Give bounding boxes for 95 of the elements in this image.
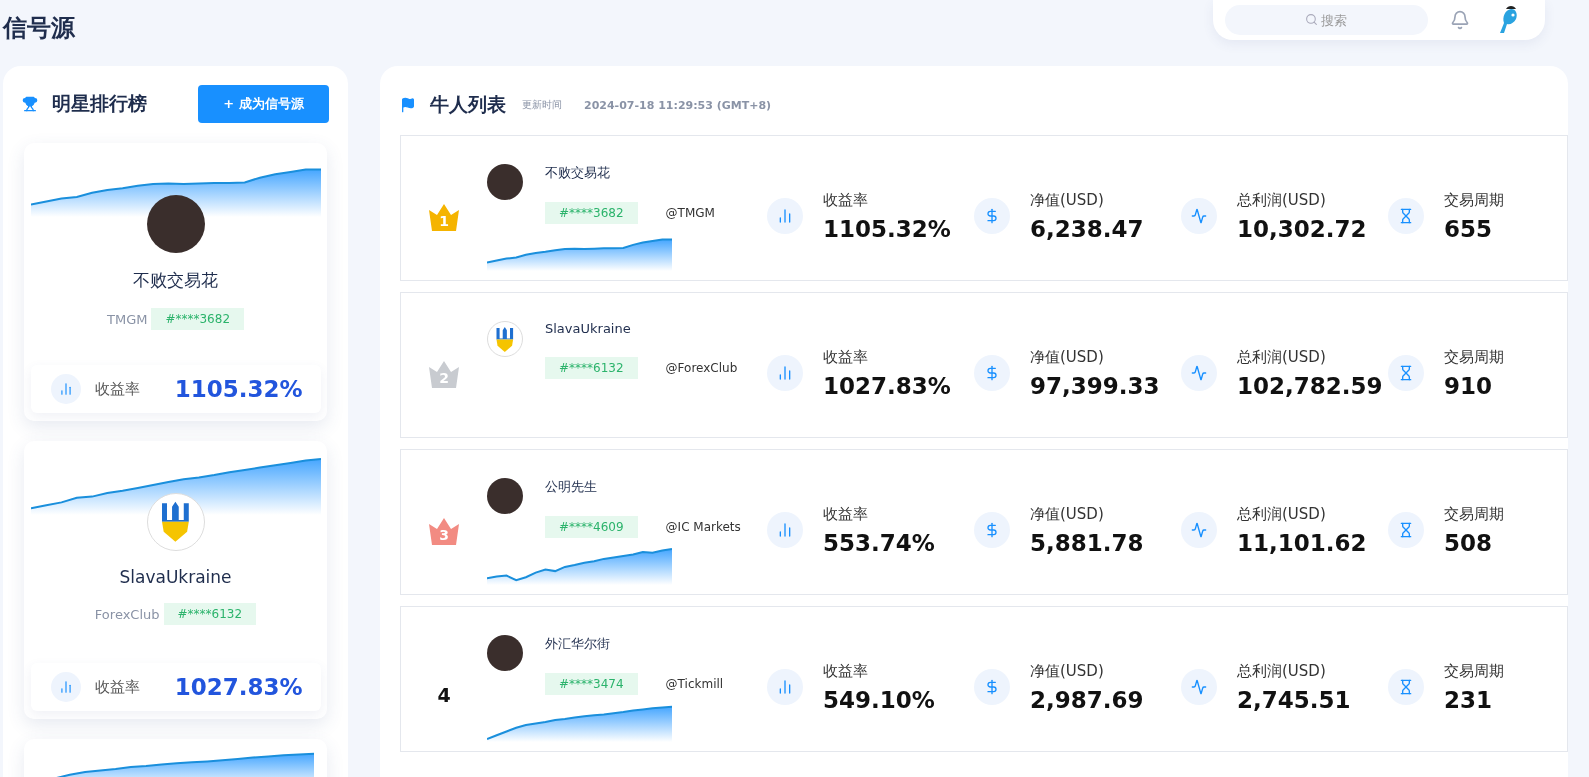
trader-name: 外汇华尔街 <box>545 635 611 653</box>
stat-label: 净值(USD) <box>1030 190 1105 210</box>
metric-label: 收益率 <box>94 379 140 399</box>
stat-value: 549.10% <box>823 686 935 713</box>
stat-label: 总利润(USD) <box>1237 190 1327 210</box>
bar-chart-icon <box>767 198 803 234</box>
account-tag: #****6132 <box>545 357 638 380</box>
account-tag: #****3682 <box>151 308 244 330</box>
account-tag: #****3474 <box>545 673 638 695</box>
dollar-icon <box>974 512 1010 548</box>
panel-title: 明星排行榜 <box>52 91 147 116</box>
stat-value: 5,881.78 <box>1030 529 1144 556</box>
stat-value: 10,302.72 <box>1237 215 1367 242</box>
stat-value: 2,987.69 <box>1030 686 1144 713</box>
stat-value: 6,238.47 <box>1030 215 1144 242</box>
pulse-icon <box>1181 355 1217 391</box>
stat-value: 508 <box>1444 529 1493 556</box>
broker-name: @Tickmill <box>665 677 724 691</box>
emblem-avatar <box>487 321 523 357</box>
account-tag: #****4609 <box>545 516 638 538</box>
hourglass-icon <box>1388 512 1424 548</box>
metric-value: 1105.32% <box>174 376 303 402</box>
trader-row[interactable]: 1 不败交易花 #****3682 @TMGM 收益率 1105.32% 净值(USD) 6,238.47 总利润(USD) 10,302.72 交易周期 655 <box>400 135 1568 281</box>
trader-name: SlavaUkraine <box>545 321 632 338</box>
pulse-icon <box>1181 669 1217 705</box>
bar-chart-icon <box>767 669 803 705</box>
bar-chart-icon <box>50 374 81 404</box>
crown-badge: 3 <box>427 516 461 546</box>
stat-value: 1105.32% <box>823 215 951 242</box>
hourglass-icon <box>1388 198 1424 234</box>
flag-icon <box>400 97 416 113</box>
dollar-icon <box>974 669 1010 705</box>
hourglass-icon <box>1388 669 1424 705</box>
stat-label: 交易周期 <box>1444 661 1504 681</box>
stat-label: 收益率 <box>823 190 869 210</box>
bell-icon[interactable] <box>1450 10 1470 30</box>
stat-label: 交易周期 <box>1444 190 1504 210</box>
metric-label: 收益率 <box>94 677 140 697</box>
stat-label: 净值(USD) <box>1030 504 1105 524</box>
broker-name: @TMGM <box>665 206 715 220</box>
broker-name: ForexClub <box>94 606 160 622</box>
stat-label: 收益率 <box>823 347 869 367</box>
photo-placeholder <box>487 635 523 671</box>
rank-number: 4 <box>437 683 451 706</box>
stat-label: 收益率 <box>823 661 869 681</box>
metric-value: 1027.83% <box>174 674 303 700</box>
broker-name: @IC Markets <box>665 520 741 534</box>
photo-placeholder <box>146 195 205 253</box>
stat-label: 净值(USD) <box>1030 661 1105 681</box>
search-icon <box>1305 13 1318 26</box>
trophy-icon <box>22 96 38 112</box>
stat-label: 净值(USD) <box>1030 347 1105 367</box>
stat-value: 655 <box>1444 215 1493 242</box>
trader-name: 不败交易花 <box>545 164 611 182</box>
stat-value: 231 <box>1444 686 1493 713</box>
stat-label: 总利润(USD) <box>1237 661 1327 681</box>
stat-label: 总利润(USD) <box>1237 347 1327 367</box>
pulse-icon <box>1181 198 1217 234</box>
search-field[interactable]: 搜索 <box>1225 5 1428 35</box>
crown-badge: 1 <box>427 202 461 232</box>
stat-value: 102,782.59 <box>1237 372 1383 399</box>
broker-name: TMGM <box>106 311 148 327</box>
stat-value: 2,745.51 <box>1237 686 1351 713</box>
broker-name: @ForexClub <box>665 361 738 376</box>
update-time: 2024-07-18 11:29:53 (GMT+8) <box>584 98 772 112</box>
bar-chart-icon <box>50 672 81 702</box>
photo-placeholder <box>487 164 523 200</box>
page-title: 信号源 <box>3 13 75 44</box>
stat-value: 1027.83% <box>823 372 951 399</box>
stat-value: 553.74% <box>823 529 935 556</box>
trader-row[interactable]: 3 公明先生 #****4609 @IC Markets 收益率 553.74% 净值(USD) 5,881.78 总利润(USD) 11,101.62 交易周期 508 <box>400 449 1568 595</box>
dollar-icon <box>974 355 1010 391</box>
stat-label: 交易周期 <box>1444 347 1504 367</box>
stat-label: 总利润(USD) <box>1237 504 1327 524</box>
dollar-icon <box>974 198 1010 234</box>
trader-name: SlavaUkraine <box>119 567 232 587</box>
stat-value: 11,101.62 <box>1237 529 1367 556</box>
pulse-icon <box>1181 512 1217 548</box>
stat-value: 97,399.33 <box>1030 372 1160 399</box>
bar-chart-icon <box>767 512 803 548</box>
panel-title: 牛人列表 <box>430 92 506 117</box>
hourglass-icon <box>1388 355 1424 391</box>
trader-card[interactable]: 不败交易花 TMGM #****3682 收益率 1105.32% <box>24 143 327 421</box>
update-label: 更新时间 <box>522 98 562 112</box>
stat-label: 收益率 <box>823 504 869 524</box>
account-tag: #****6132 <box>163 603 257 625</box>
bar-chart-icon <box>767 355 803 391</box>
stat-value: 910 <box>1444 372 1493 399</box>
account-tag: #****3682 <box>545 202 638 224</box>
stat-label: 交易周期 <box>1444 504 1504 524</box>
photo-placeholder <box>487 478 523 514</box>
trader-card[interactable]: SlavaUkraine ForexClub #****6132 收益率 1027.83% <box>24 441 327 719</box>
trader-name: 公明先生 <box>545 478 598 496</box>
trader-row[interactable]: 4 外汇华尔街 #****3474 @Tickmill 收益率 549.10% 净值(USD) 2,987.69 总利润(USD) 2,745.51 交易周期 231 <box>400 606 1568 752</box>
trader-name: 不败交易花 <box>133 269 218 292</box>
